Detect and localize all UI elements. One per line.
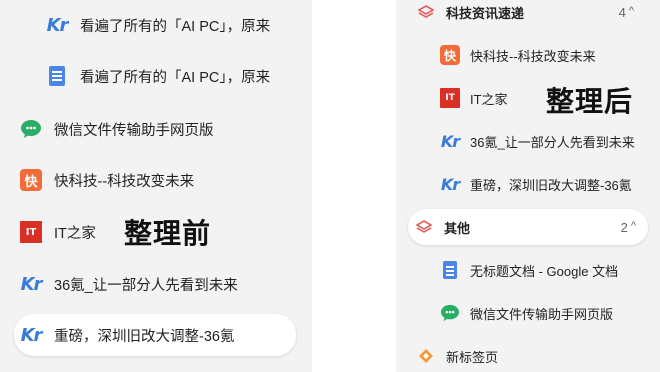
tab-title: 快科技--科技改变未来 [54,173,195,190]
kr-icon: Kr [20,273,43,295]
layers-icon [414,217,434,237]
tab-item[interactable]: 微信文件传输助手网页版 [434,296,646,330]
kr-icon: Kr [440,131,460,151]
tab-item[interactable]: Kr 看遍了所有的「AI PC」，原来 [40,5,296,45]
chevron-up-icon[interactable]: ^ [631,220,636,232]
wechat-icon [20,118,42,140]
new-tab-icon [416,346,436,366]
group-title: 科技资讯速递 [446,5,525,21]
tab-item[interactable]: Kr 重磅，深圳旧改大调整-36氪 [434,167,646,201]
tab-group-header[interactable]: 其他 2 ^ [408,209,648,245]
ithome-icon: IT [20,221,42,243]
tab-title: 36氪_让一部分人先看到未来 [470,134,635,150]
tab-title: 重磅，深圳旧改大调整-36氪 [54,328,235,345]
kuai-icon: 快 [20,169,42,191]
tab-item[interactable]: 快 快科技--科技改变未来 [14,160,296,200]
ithome-icon: IT [440,88,460,108]
tab-title: 无标题文档 - Google 文档 [470,263,619,279]
before-caption: 整理前 [124,218,212,249]
tab-item-active[interactable]: Kr 重磅，深圳旧改大调整-36氪 [14,314,296,356]
tab-title: 看遍了所有的「AI PC」，原来 [80,18,271,35]
tab-title: 36氪_让一部分人先看到未来 [54,277,238,294]
kuai-icon: 快 [440,45,460,65]
kr-icon: Kr [440,174,460,194]
tab-title: IT之家 [54,225,96,242]
chevron-up-icon[interactable]: ^ [629,5,634,17]
tab-title: 重磅，深圳旧改大调整-36氪 [470,177,632,193]
wechat-icon [440,303,460,323]
right-tab-list: 科技资讯速递 4 ^ 快 快科技--科技改变未来 IT IT之家 Kr 36氪_让… [396,0,660,372]
tab-title: 新标签页 [446,349,499,365]
kr-icon: Kr [20,324,43,346]
tab-group-header[interactable]: 科技资讯速递 4 ^ [410,0,646,29]
kr-icon: Kr [46,14,69,36]
doc-icon [440,260,460,280]
tab-item[interactable]: 看遍了所有的「AI PC」，原来 [40,56,296,96]
group-count: 2 ^ [620,219,636,235]
tab-item-new-tab[interactable]: 新标签页 [410,339,646,372]
tab-title: 微信文件传输助手网页版 [470,306,614,322]
tab-title: 看遍了所有的「AI PC」，原来 [80,69,271,86]
tab-item[interactable]: Kr 36氪_让一部分人先看到未来 [14,264,296,304]
group-count: 4 ^ [618,4,634,20]
layers-icon [416,2,436,22]
tab-title: 微信文件传输助手网页版 [54,122,214,139]
tab-item[interactable]: 快 快科技--科技改变未来 [434,38,646,72]
doc-icon [46,65,68,87]
left-tab-list: Kr 看遍了所有的「AI PC」，原来 看遍了所有的「AI PC」，原来 微信文… [0,0,312,372]
group-title: 其他 [444,220,471,236]
tab-item[interactable]: 微信文件传输助手网页版 [14,109,296,149]
tab-item[interactable]: 无标题文档 - Google 文档 [434,253,646,287]
tab-item[interactable]: Kr 36氪_让一部分人先看到未来 [434,124,646,158]
tab-title: IT之家 [470,91,508,107]
after-caption: 整理后 [546,86,634,117]
tab-title: 快科技--科技改变未来 [470,48,596,64]
